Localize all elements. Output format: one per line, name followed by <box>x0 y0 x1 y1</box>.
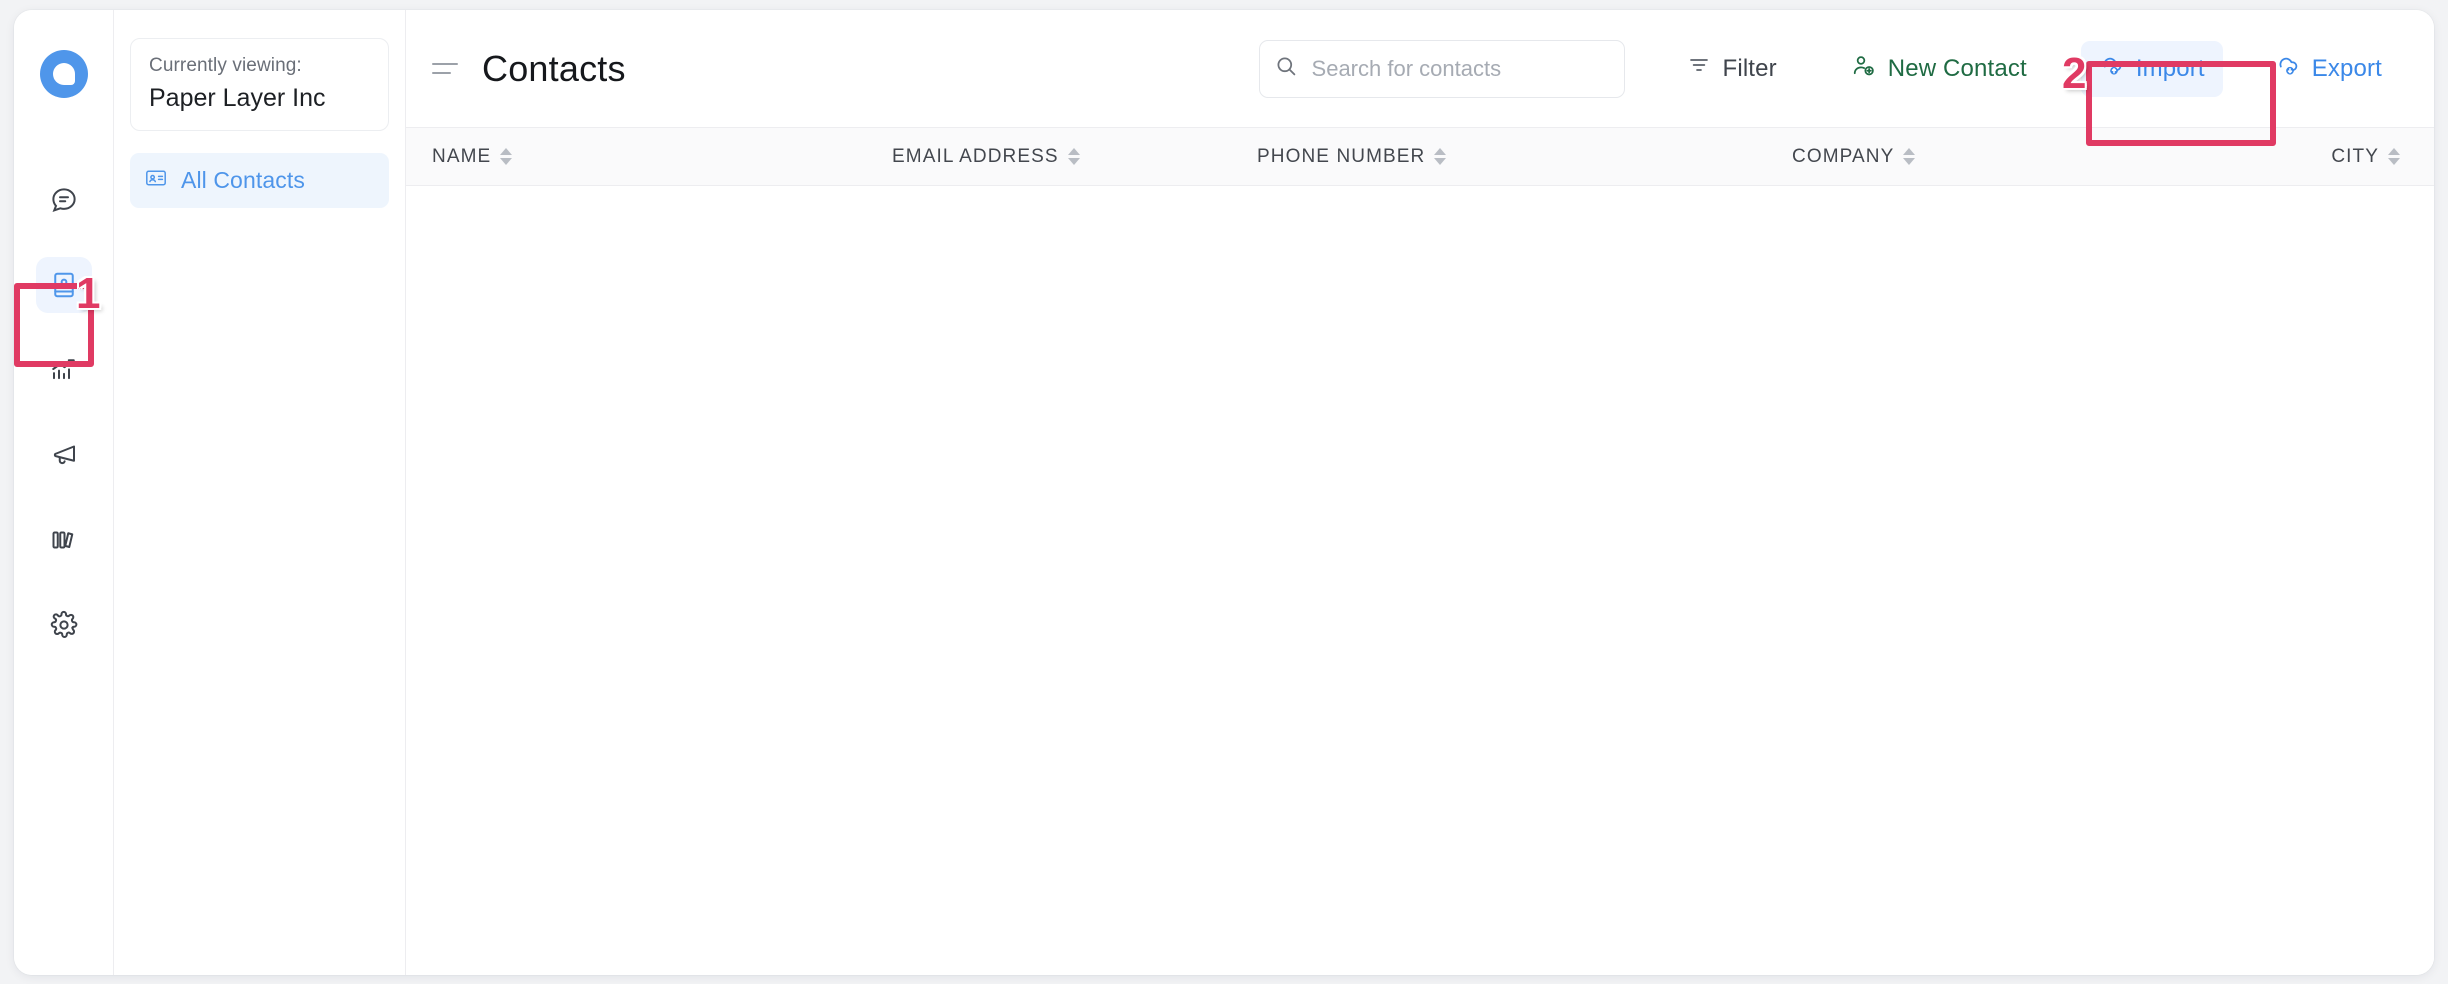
gear-icon <box>49 610 79 640</box>
library-books-icon <box>49 525 79 555</box>
toolbar-actions: Filter New Contact <box>1258 39 2400 98</box>
contacts-book-icon <box>49 270 79 300</box>
column-header-company[interactable]: COMPANY <box>1792 146 2322 168</box>
sidebar-item-label: All Contacts <box>181 166 305 193</box>
main-content: Contacts Search for contacts Filter New … <box>406 10 2434 975</box>
new-contact-button[interactable]: New Contact <box>1833 41 2045 97</box>
filter-button[interactable]: Filter <box>1669 41 1795 96</box>
megaphone-icon <box>49 440 79 470</box>
organization-name: Paper Layer Inc <box>149 83 326 112</box>
sidebar-item-settings[interactable] <box>36 597 92 653</box>
import-button[interactable]: Import <box>2080 40 2223 97</box>
chat-bubble-logo-icon <box>52 63 75 85</box>
search-input[interactable] <box>1309 54 1610 83</box>
column-header-label: NAME <box>432 145 492 167</box>
column-header-city[interactable]: CITY <box>2331 146 2400 168</box>
sort-arrows-icon[interactable] <box>1903 148 1916 165</box>
cloud-upload-icon <box>2099 53 2124 85</box>
sidebar-item-campaigns[interactable] <box>36 427 92 483</box>
search-input-wrapper[interactable] <box>1258 39 1625 98</box>
export-button-label: Export <box>2311 54 2382 82</box>
contact-card-icon <box>144 166 168 195</box>
new-contact-button-label: New Contact <box>1887 54 2027 82</box>
sort-arrows-icon[interactable] <box>500 148 513 165</box>
sidebar-item-messages[interactable] <box>36 172 92 228</box>
page-title: Contacts <box>482 47 626 89</box>
column-header-label: PHONE NUMBER <box>1257 145 1426 167</box>
hamburger-icon[interactable] <box>432 52 466 86</box>
column-header-label: CITY <box>2331 145 2379 167</box>
sort-arrows-icon[interactable] <box>1067 148 1080 165</box>
sidebar-item-contacts[interactable] <box>35 257 92 313</box>
table-body <box>406 186 2434 975</box>
user-plus-icon <box>1851 53 1876 85</box>
filter-funnel-icon <box>1687 53 1711 84</box>
analytics-chart-icon <box>49 355 79 385</box>
brand-logo <box>39 50 88 98</box>
secondary-nav-panel: Currently viewing: Paper Layer Inc All C… <box>114 10 406 975</box>
column-header-label: EMAIL ADDRESS <box>892 145 1059 167</box>
sidebar-item-analytics[interactable] <box>36 342 92 398</box>
chat-bubble-icon <box>49 185 79 215</box>
sidebar-item-all-contacts[interactable]: All Contacts <box>130 152 389 208</box>
sort-arrows-icon[interactable] <box>1434 148 1447 165</box>
search-icon <box>1274 54 1298 83</box>
column-header-label: COMPANY <box>1792 145 1895 167</box>
filter-button-label: Filter <box>1722 54 1777 82</box>
sidebar-item-library[interactable] <box>36 512 92 568</box>
cloud-download-icon <box>2275 53 2300 85</box>
primary-nav-rail <box>14 10 114 975</box>
currently-viewing-label: Currently viewing: <box>149 55 302 76</box>
top-toolbar: Contacts Search for contacts Filter New … <box>406 10 2434 128</box>
column-header-email-address[interactable]: EMAIL ADDRESS <box>892 146 1257 168</box>
sort-arrows-icon[interactable] <box>2388 148 2400 165</box>
application-window: Currently viewing: Paper Layer Inc All C… <box>14 10 2434 975</box>
import-button-label: Import <box>2135 54 2205 82</box>
table-header-row: NAME EMAIL ADDRESS PHONE NUMBER COMPANY … <box>406 128 2434 186</box>
export-button[interactable]: Export <box>2257 41 2400 97</box>
column-header-name[interactable]: NAME <box>432 146 892 168</box>
currently-viewing-card[interactable]: Currently viewing: Paper Layer Inc <box>130 38 389 131</box>
column-header-phone-number[interactable]: PHONE NUMBER <box>1257 146 1792 168</box>
